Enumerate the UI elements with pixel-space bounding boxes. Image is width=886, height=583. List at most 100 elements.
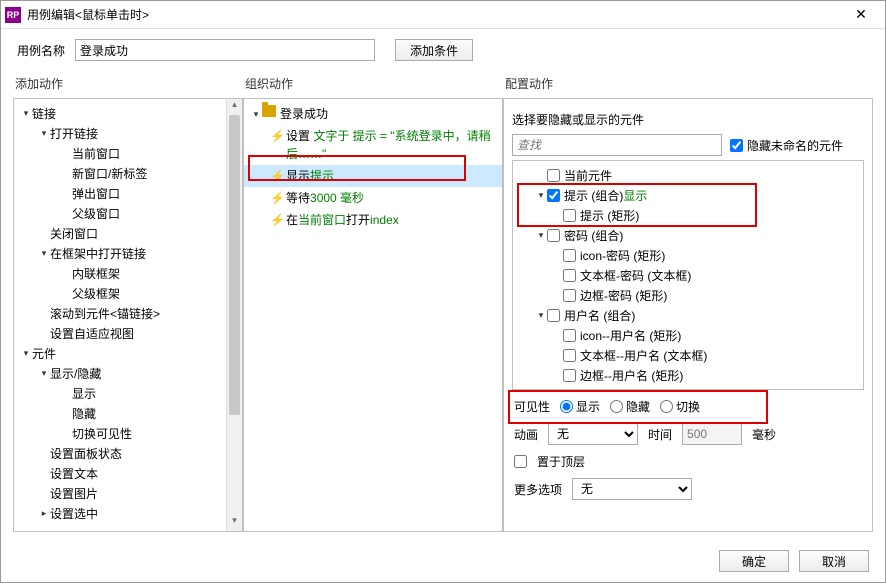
close-button[interactable]: ✕	[841, 6, 881, 23]
widget-checkbox[interactable]	[547, 309, 560, 322]
action-tree-item[interactable]: ▾在框架中打开链接	[14, 243, 242, 263]
widget-checkbox[interactable]	[547, 229, 560, 242]
add-action-tree[interactable]: ▴ ▾ ▾链接▾打开链接当前窗口新窗口/新标签弹出窗口父级窗口关闭窗口▾在框架中…	[13, 98, 243, 532]
more-options-row: 更多选项 无	[512, 470, 864, 500]
add-condition-button[interactable]: 添加条件	[395, 39, 473, 61]
widget-tree-item[interactable]: 文本框--用户名 (文本框)	[513, 345, 863, 365]
bring-to-front-checkbox[interactable]: 置于顶层	[512, 445, 864, 470]
action-tree-label: 元件	[32, 345, 56, 362]
add-action-header: 添加动作	[13, 71, 243, 98]
widget-tree-item[interactable]: ▾用户名 (组合)	[513, 305, 863, 325]
organize-actions-body[interactable]: ▾ 登录成功 ⚡ 设置 文字于 提示 = "系统登录中，请稍后……" ⚡ 显示 …	[243, 98, 503, 532]
caret-icon: ▾	[535, 230, 547, 241]
search-input[interactable]	[512, 134, 722, 156]
widget-tree-item[interactable]: 边框--用户名 (矩形)	[513, 365, 863, 385]
action-tree-item[interactable]: ▾链接	[14, 103, 242, 123]
widget-state-label: 显示	[623, 187, 647, 204]
action-tree-item[interactable]: 父级框架	[14, 283, 242, 303]
hide-unnamed-input[interactable]	[730, 139, 743, 152]
cancel-button[interactable]: 取消	[799, 550, 869, 572]
widget-tree[interactable]: 当前元件▾提示 (组合) 显示提示 (矩形)▾密码 (组合) icon-密码 (矩…	[512, 160, 864, 390]
widget-tree-item[interactable]: ▾提示 (组合) 显示	[513, 185, 863, 205]
bring-to-front-input[interactable]	[514, 455, 527, 468]
radio-show-label: 显示	[576, 398, 600, 415]
action-tree-item[interactable]: 当前窗口	[14, 143, 242, 163]
widget-tree-item[interactable]: icon-密码 (矩形)	[513, 245, 863, 265]
widget-checkbox[interactable]	[547, 169, 560, 182]
widget-tree-item[interactable]: 提示 (矩形)	[513, 205, 863, 225]
action-tree-item[interactable]: ▾显示/隐藏	[14, 363, 242, 383]
widget-checkbox[interactable]	[563, 349, 576, 362]
action-tree-label: 父级框架	[72, 285, 120, 302]
hide-unnamed-checkbox[interactable]: 隐藏未命名的元件	[730, 137, 843, 154]
case-name-input[interactable]	[75, 39, 375, 61]
widget-checkbox[interactable]	[563, 329, 576, 342]
action-tree-label: 设置图片	[50, 485, 98, 502]
caret-icon: ▸	[38, 508, 50, 519]
action-tree-item[interactable]: 切换可见性	[14, 423, 242, 443]
action-tree-item[interactable]: 父级窗口	[14, 203, 242, 223]
action-open-link[interactable]: ⚡ 在 当前窗口 打开 index	[244, 209, 502, 231]
action-tree-item[interactable]: 隐藏	[14, 403, 242, 423]
action-tree-item[interactable]: 设置文本	[14, 463, 242, 483]
action-tree-label: 设置面板状态	[50, 445, 122, 462]
action-tree-label: 滚动到元件<锚链接>	[50, 305, 160, 322]
action-tree-item[interactable]: 设置图片	[14, 483, 242, 503]
configure-action-body: 选择要隐藏或显示的元件 隐藏未命名的元件 当前元件▾提示 (组合) 显示提示 (…	[503, 98, 873, 532]
scrollbar[interactable]: ▴ ▾	[226, 99, 242, 531]
action-set-text[interactable]: ⚡ 设置 文字于 提示 = "系统登录中，请稍后……"	[244, 125, 502, 165]
action-tree-item[interactable]: 滚动到元件<锚链接>	[14, 303, 242, 323]
widget-label: icon-密码 (矩形)	[580, 247, 665, 264]
radio-show[interactable]: 显示	[560, 398, 600, 415]
widget-label: 提示 (矩形)	[580, 207, 639, 224]
action-show[interactable]: ⚡ 显示 提示	[244, 165, 502, 187]
action-tree-label: 设置文本	[50, 465, 98, 482]
action-tree-item[interactable]: 弹出窗口	[14, 183, 242, 203]
window-title: 用例编辑<鼠标单击时>	[27, 6, 841, 23]
action-tree-item[interactable]: 设置面板状态	[14, 443, 242, 463]
action-tree-item[interactable]: 设置自适应视图	[14, 323, 242, 343]
widget-tree-item[interactable]: ▾密码 (组合)	[513, 225, 863, 245]
action-tree-label: 内联框架	[72, 265, 120, 282]
action-tree-label: 设置选中	[50, 505, 98, 522]
folder-icon	[262, 105, 276, 117]
visibility-label: 可见性	[514, 398, 550, 415]
radio-hide[interactable]: 隐藏	[610, 398, 650, 415]
action-target: 文字于 提示 = "系统登录中，请稍后……"	[286, 129, 491, 161]
action-tree-item[interactable]: 显示	[14, 383, 242, 403]
ok-button[interactable]: 确定	[719, 550, 789, 572]
widget-label: icon--用户名 (矩形)	[580, 327, 681, 344]
bolt-icon: ⚡	[270, 189, 284, 207]
action-tree-label: 切换可见性	[72, 425, 132, 442]
animation-label: 动画	[514, 426, 538, 443]
widget-label: 文本框-密码 (文本框)	[580, 267, 691, 284]
action-verb: 在	[286, 211, 298, 229]
time-input[interactable]	[682, 423, 742, 445]
widget-label: 边框--用户名 (矩形)	[580, 367, 683, 384]
widget-checkbox[interactable]	[563, 249, 576, 262]
more-options-select[interactable]: 无	[572, 478, 692, 500]
widget-checkbox[interactable]	[563, 209, 576, 222]
animation-select[interactable]: 无	[548, 423, 638, 445]
widget-tree-item[interactable]: 文本框-密码 (文本框)	[513, 265, 863, 285]
action-tree-item[interactable]: ▾元件	[14, 343, 242, 363]
widget-checkbox[interactable]	[563, 269, 576, 282]
action-wait[interactable]: ⚡ 等待 3000 毫秒	[244, 187, 502, 209]
action-tree-item[interactable]: ▾打开链接	[14, 123, 242, 143]
case-node[interactable]: ▾ 登录成功	[244, 103, 502, 125]
widget-tree-item[interactable]: 边框-密码 (矩形)	[513, 285, 863, 305]
action-tree-item[interactable]: 关闭窗口	[14, 223, 242, 243]
widget-checkbox[interactable]	[563, 289, 576, 302]
case-label: 登录成功	[280, 105, 328, 123]
action-tree-item[interactable]: 内联框架	[14, 263, 242, 283]
radio-toggle[interactable]: 切换	[660, 398, 700, 415]
widget-checkbox[interactable]	[547, 189, 560, 202]
action-tree-item[interactable]: 新窗口/新标签	[14, 163, 242, 183]
caret-icon: ▾	[20, 108, 32, 119]
action-tree-item[interactable]: ▸设置选中	[14, 503, 242, 523]
widget-tree-item[interactable]: 当前元件	[513, 165, 863, 185]
widget-tree-item[interactable]: icon--用户名 (矩形)	[513, 325, 863, 345]
widget-checkbox[interactable]	[563, 369, 576, 382]
dialog-footer: 确定 取消	[719, 550, 869, 572]
time-unit: 毫秒	[752, 426, 776, 443]
